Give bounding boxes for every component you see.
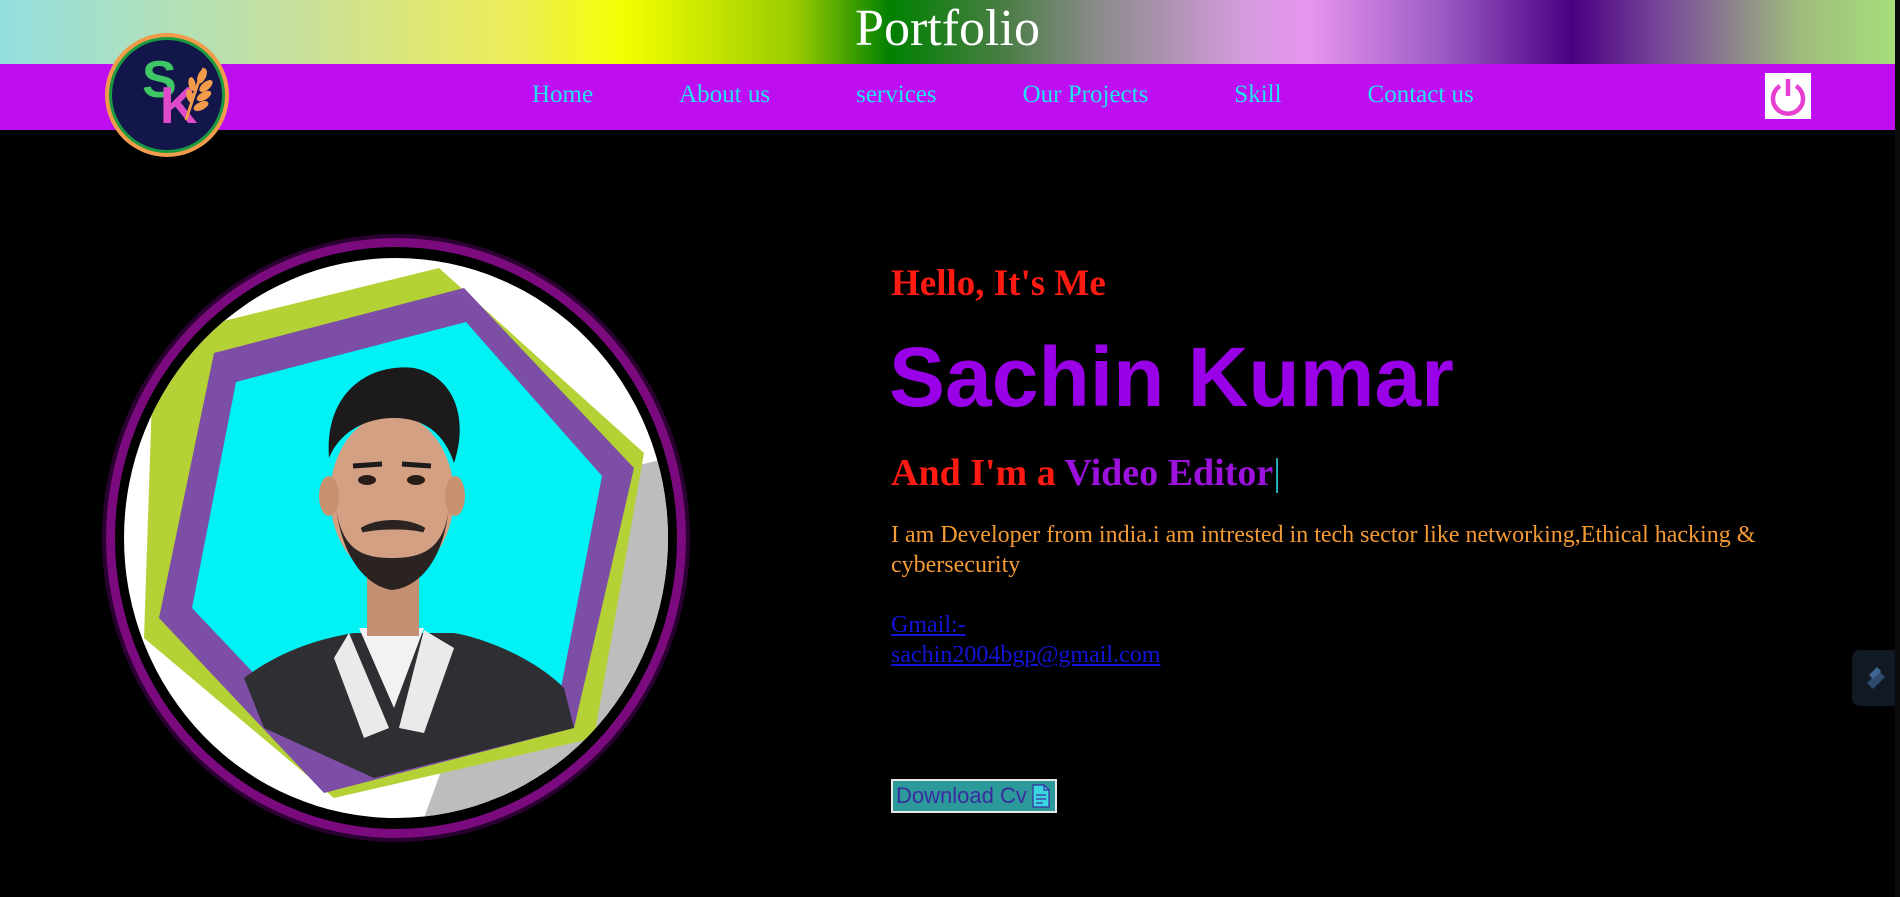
role-prefix: And I'm a	[891, 452, 1065, 494]
window-edge	[1895, 0, 1900, 897]
role-text: Video Editor	[1064, 452, 1274, 494]
profile-illustration	[144, 268, 668, 818]
download-cv-label: Download Cv	[896, 783, 1027, 808]
nav-bar: Home About us services Our Projects Skil…	[0, 64, 1895, 130]
site-logo[interactable]: S K	[105, 33, 229, 157]
page-title: Portfolio	[855, 0, 1040, 57]
bio-text: I am Developer from india.i am intrested…	[891, 522, 1756, 578]
download-cv-button[interactable]: Download Cv	[891, 779, 1057, 813]
title-banner: Portfolio	[0, 0, 1895, 64]
gmail-label-link[interactable]: Gmail:-	[891, 610, 1160, 640]
nav-links: Home About us services Our Projects Skil…	[532, 81, 1560, 109]
nav-link-projects[interactable]: Our Projects	[1023, 81, 1149, 109]
side-extension-tab[interactable]	[1852, 650, 1900, 706]
gmail-address-link[interactable]: sachin2004bgp@gmail.com	[891, 640, 1160, 670]
nav-link-services[interactable]: services	[856, 81, 937, 109]
extension-icon	[1867, 667, 1885, 689]
gmail-contact: Gmail:- sachin2004bgp@gmail.com	[891, 610, 1160, 670]
logo-badge: S K	[112, 40, 222, 150]
nav-link-about[interactable]: About us	[679, 81, 770, 109]
document-icon	[1032, 784, 1050, 808]
profile-photo	[124, 258, 668, 818]
power-icon	[1770, 79, 1806, 116]
typing-cursor: |	[1273, 452, 1281, 494]
portfolio-page: Portfolio Home About us services Our Pro…	[0, 0, 1900, 897]
profile-photo-frame	[106, 238, 686, 838]
logo-ring: S K	[109, 37, 225, 153]
nav-link-skill[interactable]: Skill	[1234, 81, 1281, 109]
power-button[interactable]	[1765, 73, 1811, 119]
wheat-icon	[184, 67, 213, 121]
greeting-heading: Hello, It's Me	[891, 263, 1106, 304]
role-heading: And I'm a Video Editor|	[891, 451, 1281, 495]
nav-link-contact[interactable]: Contact us	[1368, 81, 1474, 109]
nav-link-home[interactable]: Home	[532, 81, 593, 109]
name-heading: Sachin Kumar	[889, 330, 1454, 424]
